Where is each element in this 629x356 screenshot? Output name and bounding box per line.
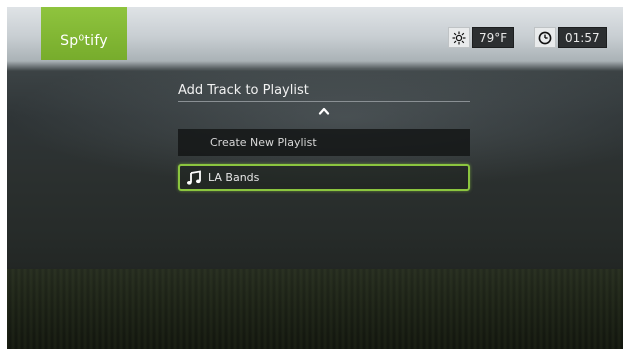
- sun-icon: [448, 27, 470, 48]
- weather-widget: 79°F: [448, 27, 515, 48]
- time-readout: 01:57: [558, 27, 607, 48]
- menu-item-label: Create New Playlist: [210, 136, 317, 149]
- clock-icon: [534, 27, 556, 48]
- chevron-up-icon[interactable]: [178, 104, 470, 120]
- menu-item-label: LA Bands: [208, 171, 260, 184]
- add-to-playlist-dialog: Add Track to Playlist: [178, 81, 470, 120]
- temperature-readout: 79°F: [472, 27, 515, 48]
- spotify-logo: Sp⁰tify: [41, 7, 127, 60]
- tv-screen: Sp⁰tify 79°F 01:57 Add Track to Playlist…: [7, 7, 623, 349]
- create-new-playlist-item[interactable]: Create New Playlist: [178, 129, 470, 156]
- dialog-title: Add Track to Playlist: [178, 81, 470, 102]
- logo-text: Sp⁰tify: [60, 33, 108, 49]
- clock-widget: 01:57: [534, 27, 607, 48]
- music-note-icon: [186, 169, 202, 186]
- playlist-item-la-bands[interactable]: LA Bands: [178, 164, 470, 191]
